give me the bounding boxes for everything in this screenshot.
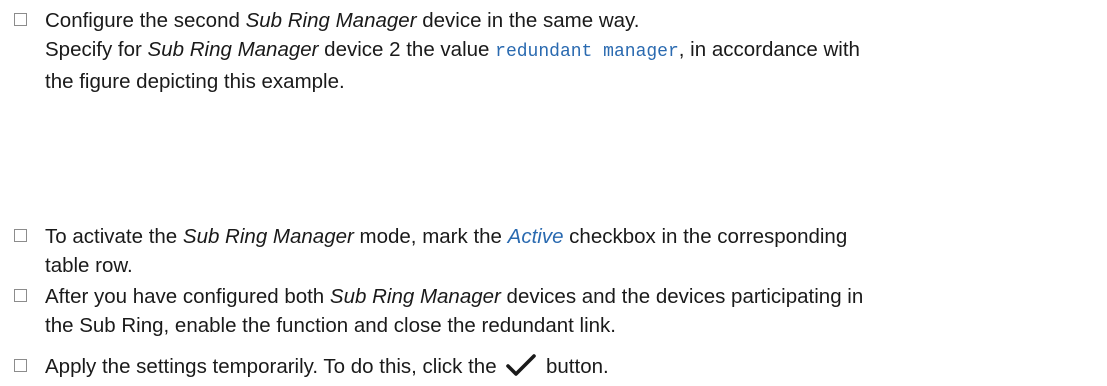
term-sub-ring-manager: Sub Ring Manager [329, 285, 501, 308]
term-sub-ring-manager: Sub Ring Manager [245, 9, 417, 32]
text-line: Apply the settings temporarily. To do th… [45, 352, 1093, 381]
step-text: Apply the settings temporarily. To do th… [45, 352, 1093, 381]
text-line: After you have configured both Sub Ring … [45, 285, 864, 308]
checkmark-icon[interactable] [502, 352, 540, 378]
step-text: Configure the second Sub Ring Manager de… [45, 6, 1093, 96]
code-value: redundant manager [495, 42, 679, 62]
text-line: To activate the Sub Ring Manager mode, m… [45, 225, 848, 248]
step-checkbox[interactable] [14, 13, 27, 26]
step-checkbox[interactable] [14, 229, 27, 242]
text-line: table row. [45, 254, 133, 277]
text-line: the figure depicting this example. [45, 70, 345, 93]
step-text: After you have configured both Sub Ring … [45, 282, 1093, 340]
text-line: the Sub Ring, enable the function and cl… [45, 314, 616, 337]
term-sub-ring-manager: Sub Ring Manager [182, 225, 354, 248]
text-line: Specify for Sub Ring Manager device 2 th… [45, 38, 860, 62]
step-text: To activate the Sub Ring Manager mode, m… [45, 222, 1093, 280]
text-line: Configure the second Sub Ring Manager de… [45, 9, 640, 32]
active-checkbox-label[interactable]: Active [508, 225, 564, 248]
step-checkbox[interactable] [14, 359, 27, 372]
step-checkbox[interactable] [14, 289, 27, 302]
term-sub-ring-manager: Sub Ring Manager [147, 38, 319, 61]
